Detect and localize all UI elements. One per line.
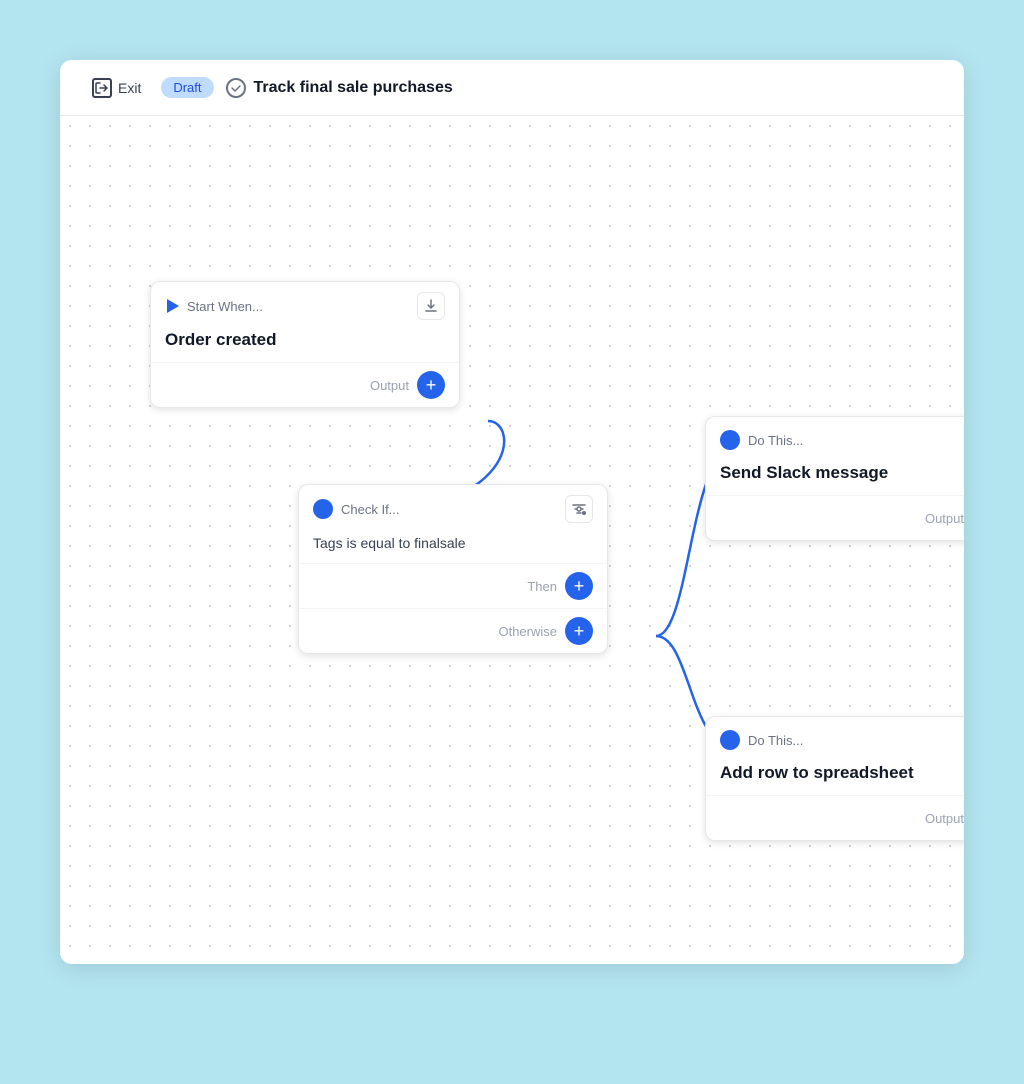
check-node-header-left: Check If... (313, 499, 400, 519)
check-condition: Tags is equal to finalsale (299, 531, 607, 563)
workflow-title: Track final sale purchases (254, 79, 453, 97)
start-node-header-left: Start When... (165, 299, 263, 314)
check-circle-icon (226, 78, 246, 98)
slack-connector-dot (720, 430, 740, 450)
draft-badge[interactable]: Draft (161, 77, 213, 98)
start-add-button[interactable]: + (417, 371, 445, 399)
slack-node-title: Send Slack message (706, 461, 964, 495)
start-node-header: Start When... (151, 282, 459, 328)
check-connector-dot (313, 499, 333, 519)
workflow-canvas: Start When... Order created Output + Che… (60, 116, 964, 964)
otherwise-label: Otherwise (498, 624, 557, 639)
then-label: Then (527, 579, 557, 594)
slack-output-label: Output (925, 511, 964, 526)
sheets-node-header: Do This... (706, 717, 964, 761)
then-add-button[interactable]: + (565, 572, 593, 600)
sheets-connector-dot (720, 730, 740, 750)
start-output-label: Output (370, 378, 409, 393)
do-this-sheets-node[interactable]: Do This... Add row to spreadsheet (705, 716, 964, 841)
app-wrapper: Exit Draft Track final sale purchases (60, 60, 964, 964)
start-when-node[interactable]: Start When... Order created Output + (150, 281, 460, 408)
header-title: Track final sale purchases (226, 78, 453, 98)
sheets-output-label: Output (925, 811, 964, 826)
then-row: Then + (299, 563, 607, 608)
sheets-node-label: Do This... (748, 733, 803, 748)
sheets-node-header-left: Do This... (720, 730, 803, 750)
exit-label: Exit (118, 80, 141, 96)
start-node-title: Order created (151, 328, 459, 362)
otherwise-row: Otherwise + (299, 608, 607, 653)
download-icon[interactable] (417, 292, 445, 320)
otherwise-add-button[interactable]: + (565, 617, 593, 645)
slack-node-footer: Output + (706, 495, 964, 540)
play-icon (167, 299, 179, 313)
check-node-header: Check If... (299, 485, 607, 531)
check-if-node[interactable]: Check If... Tags is equal to finalsale T… (298, 484, 608, 654)
filter-icon[interactable] (565, 495, 593, 523)
exit-button[interactable]: Exit (84, 74, 149, 102)
start-node-footer: Output + (151, 362, 459, 407)
sheets-node-footer: Output + (706, 795, 964, 840)
check-node-label: Check If... (341, 502, 400, 517)
slack-node-header: Do This... (706, 417, 964, 461)
slack-node-header-left: Do This... (720, 430, 803, 450)
exit-icon (92, 78, 112, 98)
start-node-label: Start When... (187, 299, 263, 314)
sheets-node-title: Add row to spreadsheet (706, 761, 964, 795)
header: Exit Draft Track final sale purchases (60, 60, 964, 116)
do-this-slack-node[interactable]: Do This... Send Slack message Output + (705, 416, 964, 541)
slack-node-label: Do This... (748, 433, 803, 448)
